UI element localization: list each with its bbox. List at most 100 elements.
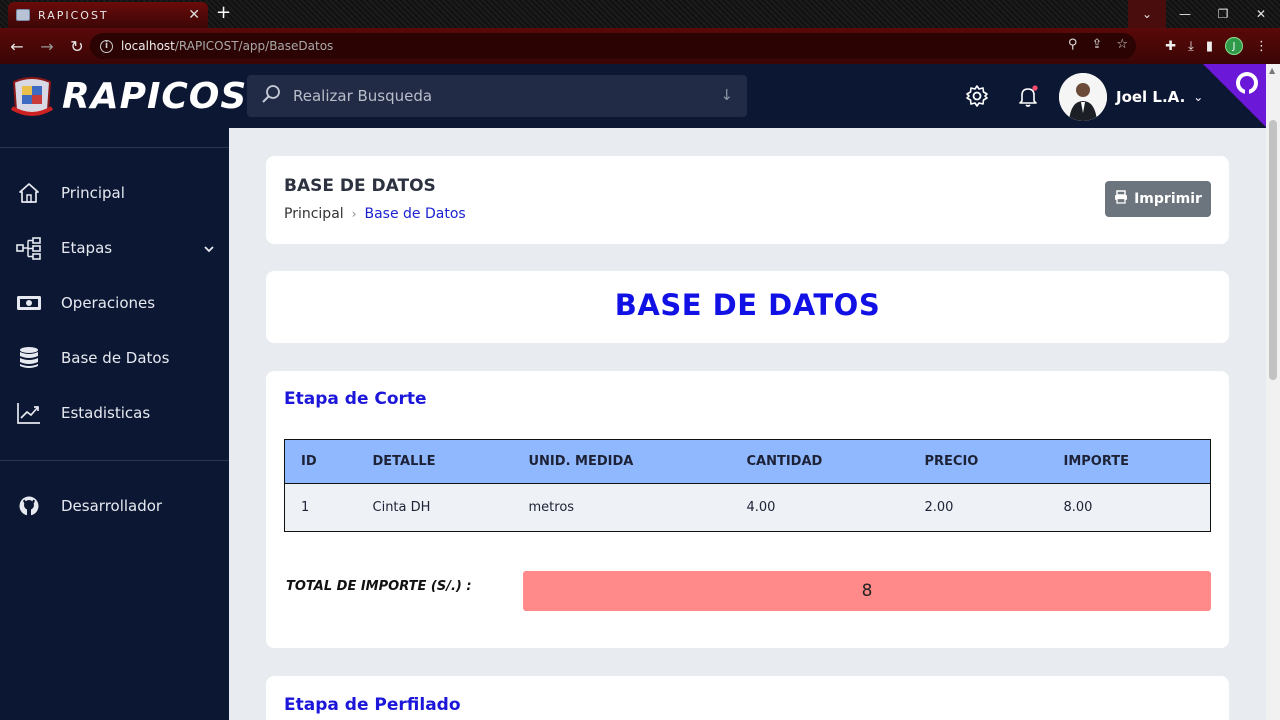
download-icon[interactable]: ⤓	[1188, 39, 1194, 54]
site-info-icon[interactable]: i	[100, 39, 113, 53]
extension-icons: ✚ ⤓ ▮ J ⋮	[1165, 37, 1268, 55]
sidebar: Principal Etapas Operaciones Base de Dat…	[0, 128, 229, 720]
sidebar-item-label: Base de Datos	[61, 349, 170, 367]
tab-title: RAPICOST	[38, 8, 109, 22]
section-title: Etapa de Perfilado	[284, 695, 461, 715]
tab-search-icon[interactable]: ⌄	[1128, 0, 1166, 28]
window-controls: ⌄ — ❐ ✕	[1128, 0, 1280, 28]
zoom-icon[interactable]: ⚲	[1068, 37, 1078, 52]
sidebar-divider	[0, 460, 229, 461]
table-cell: Cinta DH	[356, 483, 513, 532]
sidebar-item-label: Etapas	[61, 239, 113, 257]
print-button-label: Imprimir	[1134, 191, 1202, 207]
settings-gear-icon[interactable]	[965, 84, 989, 108]
favicon-icon	[16, 9, 30, 21]
section-card-corte: Etapa de Corte ID DETALLE UNID. MEDIDA C…	[266, 371, 1229, 648]
search-icon	[261, 84, 281, 108]
sidebar-item-operaciones[interactable]: Operaciones	[0, 283, 229, 323]
emblem-icon	[8, 72, 56, 120]
section-card-perfilado: Etapa de Perfilado	[266, 676, 1229, 720]
sidebar-item-label: Principal	[61, 184, 125, 202]
page-header-card: BASE DE DATOS Principal › Base de Datos …	[266, 156, 1229, 244]
sitemap-icon	[16, 235, 42, 261]
column-header: UNID. MEDIDA	[512, 439, 731, 484]
profile-avatar[interactable]: J	[1225, 37, 1243, 55]
table-cell: 4.00	[730, 483, 909, 532]
printer-icon	[1114, 190, 1128, 208]
money-bill-icon	[16, 290, 42, 316]
total-label: TOTAL DE IMPORTE (S/.) :	[286, 579, 472, 594]
scroll-up-icon[interactable]: ▲	[1269, 66, 1275, 75]
breadcrumb: Principal › Base de Datos	[284, 206, 466, 222]
extensions-icon[interactable]: ✚	[1165, 39, 1176, 54]
column-header: PRECIO	[908, 439, 1048, 484]
forward-icon[interactable]: →	[34, 37, 60, 56]
sidebar-item-estadisticas[interactable]: Estadisticas	[0, 393, 229, 433]
sidebar-item-desarrollador[interactable]: Desarrollador	[0, 486, 229, 526]
sidebar-divider	[0, 147, 229, 148]
address-bar[interactable]: i localhost/RAPICOST/app/BaseDatos ⚲ ⇪ ☆	[90, 33, 1136, 59]
chevron-down-icon: ⌄	[1193, 90, 1204, 104]
sidebar-item-principal[interactable]: Principal	[0, 173, 229, 213]
total-value: 8	[523, 571, 1211, 611]
database-icon	[16, 345, 42, 371]
sidebar-item-label: Desarrollador	[61, 497, 163, 515]
close-window-icon[interactable]: ✕	[1242, 0, 1280, 28]
home-icon	[16, 180, 42, 206]
omnibox-actions: ⚲ ⇪ ☆	[1068, 37, 1128, 52]
sidebar-item-label: Operaciones	[61, 294, 156, 312]
github-icon	[16, 493, 42, 519]
scroll-thumb[interactable]	[1269, 120, 1277, 380]
arrow-down-icon[interactable]: ↓	[720, 86, 733, 104]
maximize-icon[interactable]: ❐	[1204, 0, 1242, 28]
breadcrumb-link-principal[interactable]: Principal	[284, 206, 344, 222]
table-cell: metros	[512, 483, 731, 532]
search-input[interactable]	[293, 87, 713, 105]
sidebar-item-label: Estadisticas	[61, 404, 151, 422]
avatar	[1059, 73, 1107, 121]
menu-kebab-icon[interactable]: ⋮	[1255, 39, 1268, 54]
url-path: /RAPICOST/app/BaseDatos	[174, 39, 334, 53]
brand-name: RAPICOST	[62, 75, 273, 117]
table-cell: 8.00	[1047, 483, 1211, 532]
table-header-row: ID DETALLE UNID. MEDIDA CANTIDAD PRECIO …	[284, 439, 1211, 484]
table-row: 1 Cinta DH metros 4.00 2.00 8.00	[284, 483, 1211, 532]
column-header: ID	[284, 439, 357, 484]
new-tab-button[interactable]: +	[216, 3, 231, 23]
back-icon[interactable]: ←	[4, 37, 30, 56]
column-header: DETALLE	[356, 439, 513, 484]
minimize-icon[interactable]: —	[1166, 0, 1204, 28]
banner-card: BASE DE DATOS	[266, 271, 1229, 343]
breadcrumb-current: Base de Datos	[364, 206, 466, 222]
share-icon[interactable]: ⇪	[1091, 37, 1102, 52]
section-title: Etapa de Corte	[284, 389, 427, 409]
chart-line-icon	[16, 400, 42, 426]
reload-icon[interactable]: ↻	[64, 37, 90, 56]
url-host: localhost	[121, 39, 175, 53]
chevron-down-icon	[203, 240, 215, 259]
column-header: CANTIDAD	[730, 439, 909, 484]
sidebar-item-base-de-datos[interactable]: Base de Datos	[0, 338, 229, 378]
banner-title: BASE DE DATOS	[614, 288, 881, 322]
notification-bell-icon[interactable]	[1016, 84, 1040, 108]
user-name: Joel L.A.	[1116, 88, 1186, 106]
side-panel-icon[interactable]: ▮	[1206, 39, 1213, 54]
page-title: BASE DE DATOS	[284, 176, 436, 196]
browser-tab[interactable]: RAPICOST ✕	[8, 2, 208, 28]
github-corner-icon[interactable]	[1203, 64, 1266, 127]
browser-toolbar: ← → ↻ i localhost/RAPICOST/app/BaseDatos…	[0, 28, 1280, 64]
brand-logo[interactable]: RAPICOST	[8, 72, 273, 120]
user-menu[interactable]: Joel L.A. ⌄	[1059, 73, 1203, 121]
table-cell: 1	[284, 483, 357, 532]
print-button[interactable]: Imprimir	[1105, 181, 1211, 217]
data-table: ID DETALLE UNID. MEDIDA CANTIDAD PRECIO …	[284, 439, 1211, 532]
search-bar[interactable]: ↓	[247, 75, 747, 117]
chevron-right-icon: ›	[351, 207, 357, 221]
close-tab-icon[interactable]: ✕	[188, 7, 200, 23]
sidebar-item-etapas[interactable]: Etapas	[0, 228, 229, 268]
bookmark-star-icon[interactable]: ☆	[1116, 37, 1128, 52]
browser-tabstrip: RAPICOST ✕ + ⌄ — ❐ ✕	[0, 0, 1280, 28]
page-scrollbar[interactable]: ▲	[1266, 64, 1280, 720]
column-header: IMPORTE	[1047, 439, 1211, 484]
table-cell: 2.00	[908, 483, 1048, 532]
